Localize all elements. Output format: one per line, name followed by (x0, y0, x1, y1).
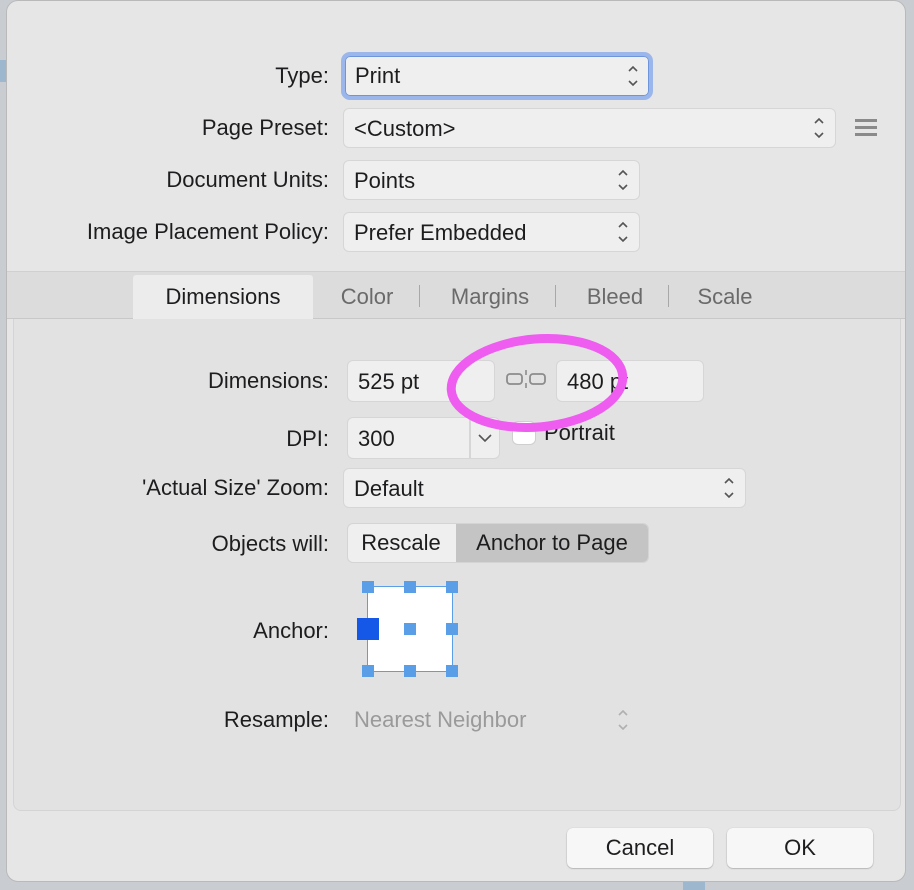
tab-scale[interactable]: Scale (675, 275, 775, 319)
page-preset-label: Page Preset: (201, 115, 329, 140)
rescale-segment[interactable]: Rescale (348, 524, 454, 562)
ok-button[interactable]: OK (727, 828, 873, 868)
type-select-value: Print (355, 63, 401, 88)
anchor-label: Anchor: (253, 618, 329, 643)
dpi-label: DPI: (286, 426, 329, 451)
image-placement-policy-label: Image Placement Policy: (86, 219, 329, 244)
tab-color[interactable]: Color (317, 275, 417, 319)
type-select[interactable]: Print (345, 56, 649, 96)
annotation-circle (446, 334, 628, 432)
tab-separator (419, 285, 420, 307)
cancel-button[interactable]: Cancel (567, 828, 713, 868)
resample-select: Nearest Neighbor (344, 701, 639, 739)
resample-value: Nearest Neighbor (354, 707, 527, 732)
document-units-select[interactable]: Points (344, 161, 639, 199)
resample-label: Resample: (223, 707, 329, 732)
actual-size-zoom-select[interactable]: Default (344, 469, 745, 507)
chevron-updown-icon (627, 63, 639, 89)
tab-separator (668, 285, 669, 307)
document-units-label: Document Units: (166, 167, 329, 192)
anchor-to-page-segment[interactable]: Anchor to Page (456, 524, 648, 562)
anchor-middle-left-selected[interactable] (357, 618, 379, 640)
tab-dimensions[interactable]: Dimensions (133, 275, 313, 319)
anchor-bottom-center[interactable] (404, 665, 416, 677)
chevron-updown-icon (723, 475, 735, 501)
type-label: Type: (275, 63, 329, 88)
anchor-top-left[interactable] (362, 581, 374, 593)
anchor-top-center[interactable] (404, 581, 416, 593)
image-placement-policy-select[interactable]: Prefer Embedded (344, 213, 639, 251)
chevron-updown-icon (617, 219, 629, 245)
objects-will-label: Objects will: (211, 531, 329, 556)
hamburger-menu-icon (855, 119, 877, 136)
objects-will-segmented-control: Rescale Anchor to Page (348, 524, 648, 562)
tab-bar: Dimensions Color Margins Bleed Scale (7, 271, 905, 319)
tab-margins[interactable]: Margins (427, 275, 553, 319)
anchor-bottom-right[interactable] (446, 665, 458, 677)
actual-size-zoom-value: Default (354, 476, 424, 501)
anchor-top-right[interactable] (446, 581, 458, 593)
document-setup-dialog: Type: Print Page Preset: <Custom> Docume… (6, 0, 906, 882)
anchor-center[interactable] (404, 623, 416, 635)
chevron-updown-icon (617, 167, 629, 193)
chevron-updown-icon (617, 707, 629, 733)
page-preset-select[interactable]: <Custom> (344, 109, 835, 147)
image-placement-policy-value: Prefer Embedded (354, 220, 527, 245)
document-units-value: Points (354, 168, 416, 193)
tab-separator (555, 285, 556, 307)
tab-bleed[interactable]: Bleed (563, 275, 667, 319)
dimensions-label: Dimensions: (207, 368, 329, 393)
anchor-bottom-left[interactable] (362, 665, 374, 677)
preset-menu-button[interactable] (855, 117, 877, 139)
chevron-updown-icon (813, 115, 825, 141)
actual-size-zoom-label: 'Actual Size' Zoom: (142, 475, 329, 500)
page-preset-value: <Custom> (354, 116, 456, 141)
anchor-middle-right[interactable] (446, 623, 458, 635)
